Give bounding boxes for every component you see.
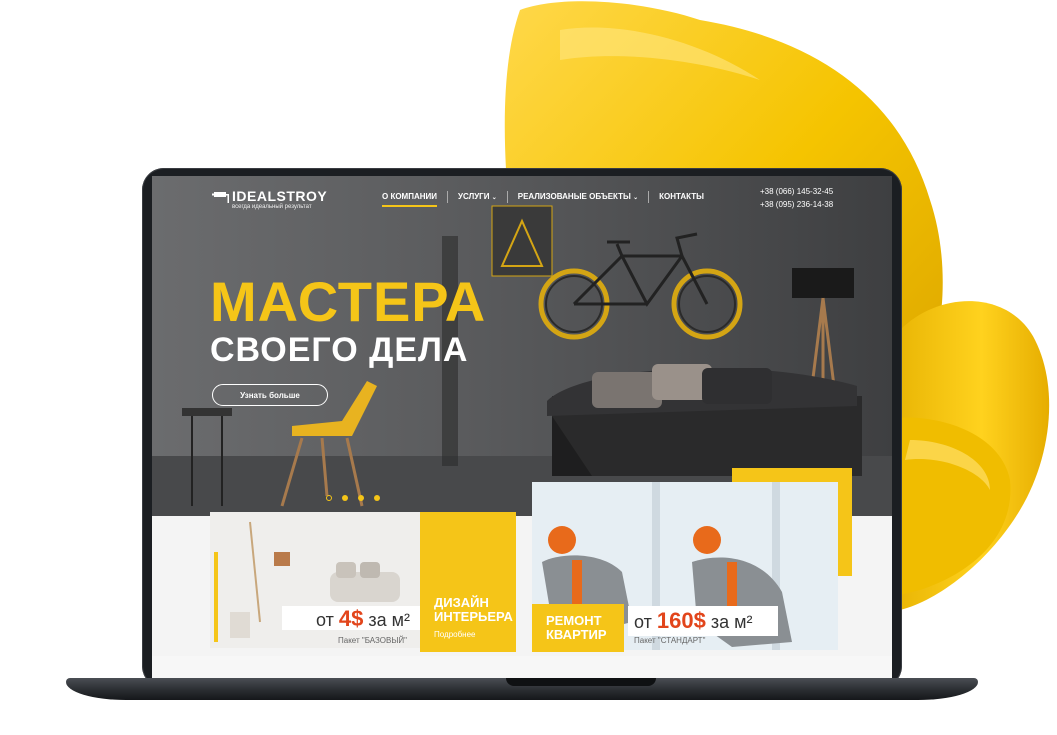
- repair-price-value: 160$: [656, 608, 706, 633]
- footer-strip: [152, 656, 892, 678]
- logo-name: IDEALSTROY: [232, 188, 328, 204]
- design-card-title: ДИЗАЙН ИНТЕРЬЕРА: [434, 595, 513, 624]
- design-price: от 4$ за м²: [316, 606, 410, 632]
- design-price-value: 4$: [338, 606, 364, 631]
- slider-dot-4[interactable]: [374, 495, 380, 501]
- phone-number-1[interactable]: +38 (066) 145-32-45: [760, 185, 833, 198]
- nav-item-projects-label: РЕАЛИЗОВАНЫЕ ОБЪЕКТЫ: [517, 192, 631, 201]
- main-menu: О КОМПАНИИ УСЛУГИ ⌄ РЕАЛИЗОВАНЫЕ ОБЪЕКТЫ…: [372, 191, 714, 207]
- design-card[interactable]: ДИЗАЙН ИНТЕРЬЕРА Подробнее: [420, 512, 516, 652]
- slider-dots: [326, 495, 380, 501]
- repair-price: от 160$ за м²: [634, 608, 752, 634]
- design-package: Пакет "БАЗОВЫЙ": [338, 636, 407, 645]
- design-price-prefix: от: [316, 610, 334, 630]
- laptop-screen: IDEALSTROY всегда идеальный результат О …: [152, 176, 892, 678]
- slider-dot-3[interactable]: [358, 495, 364, 501]
- learn-more-button[interactable]: Узнать больше: [212, 384, 328, 406]
- slider-dot-2[interactable]: [342, 495, 348, 501]
- slider-dot-1[interactable]: [326, 495, 332, 501]
- repair-card-title: РЕМОНТ КВАРТИР: [546, 613, 607, 642]
- nav-item-projects[interactable]: РЕАЛИЗОВАНЫЕ ОБЪЕКТЫ ⌄: [508, 192, 648, 203]
- paint-roller-icon: [212, 192, 229, 203]
- repair-price-suffix: за м²: [710, 612, 753, 632]
- nav-item-about[interactable]: О КОМПАНИИ: [372, 192, 447, 207]
- repair-price-prefix: от: [634, 612, 652, 632]
- chevron-down-icon: ⌄: [491, 195, 497, 201]
- repair-package: Пакет "СТАНДАРТ": [634, 636, 706, 645]
- top-navigation: IDEALSTROY всегда идеальный результат О …: [152, 176, 892, 216]
- laptop-notch: [506, 678, 656, 686]
- hero-title-line1: МАСТЕРА: [210, 270, 487, 333]
- design-price-suffix: за м²: [368, 610, 411, 630]
- nav-item-services[interactable]: УСЛУГИ ⌄: [448, 192, 507, 203]
- phone-numbers: +38 (066) 145-32-45 +38 (095) 236-14-38: [760, 185, 833, 211]
- chevron-down-icon: ⌄: [633, 195, 639, 201]
- nav-item-services-label: УСЛУГИ: [458, 192, 490, 201]
- design-more-link[interactable]: Подробнее: [434, 630, 476, 639]
- nav-item-contacts[interactable]: КОНТАКТЫ: [649, 192, 714, 203]
- repair-card[interactable]: РЕМОНТ КВАРТИР: [532, 604, 624, 652]
- laptop-base: [66, 678, 978, 700]
- hero-title-line2: СВОЕГО ДЕЛА: [210, 331, 469, 369]
- logo-tagline: всегда идеальный результат: [232, 204, 312, 210]
- phone-number-2[interactable]: +38 (095) 236-14-38: [760, 198, 833, 211]
